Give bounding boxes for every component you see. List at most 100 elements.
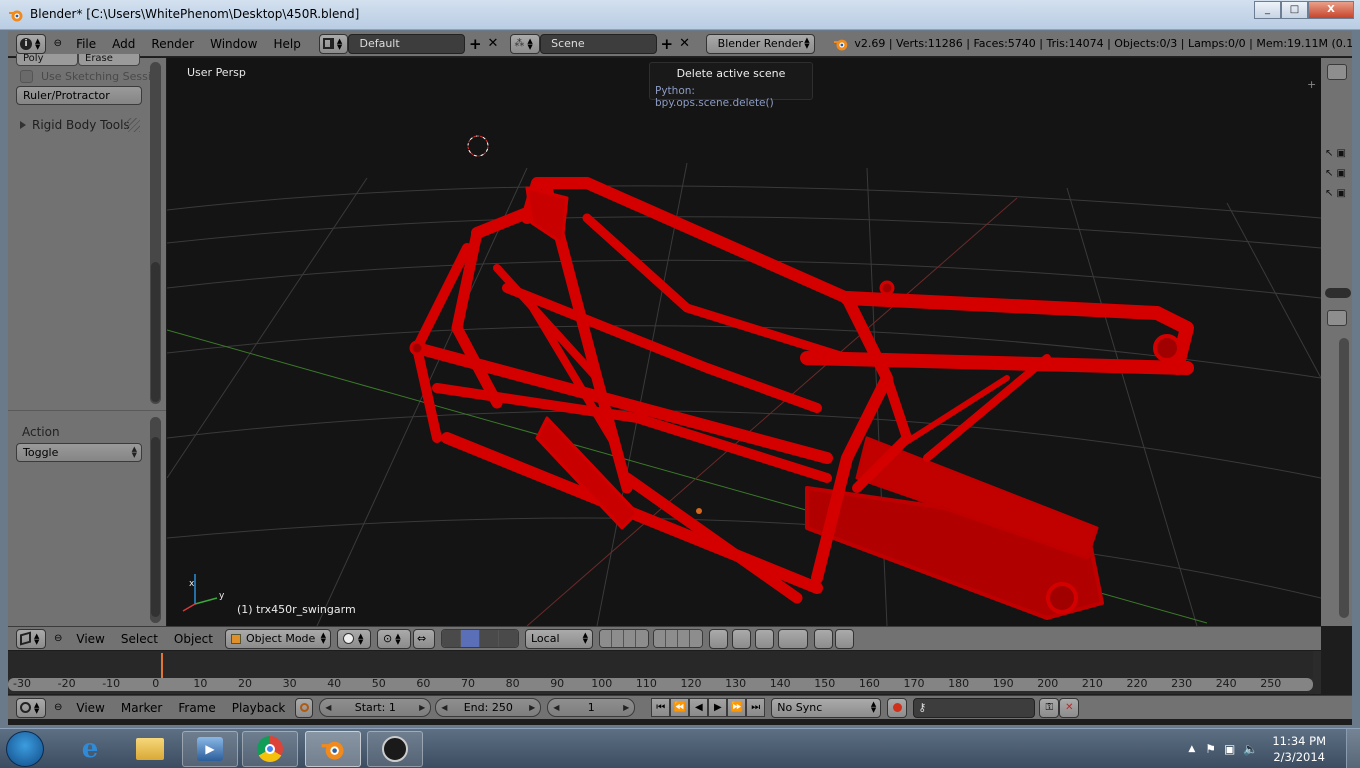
minimize-button[interactable]: _: [1254, 1, 1281, 19]
layer-1-button[interactable]: [600, 630, 612, 647]
menu-marker[interactable]: Marker: [113, 701, 170, 715]
poly-button[interactable]: Poly: [16, 54, 78, 66]
use-sketching-row[interactable]: Use Sketching Sessi: [20, 70, 151, 83]
menu-window[interactable]: Window: [202, 37, 265, 51]
outliner-header-icon[interactable]: [1327, 64, 1347, 80]
end-frame-field[interactable]: ◀ End: 250 ▶: [435, 698, 542, 717]
properties-header-icon[interactable]: [1327, 310, 1347, 326]
menu-view[interactable]: View: [68, 701, 112, 715]
ruler-protractor-button[interactable]: Ruler/Protractor: [16, 86, 142, 105]
use-sketching-checkbox[interactable]: [20, 70, 33, 83]
volume-icon[interactable]: 🔈: [1243, 742, 1258, 756]
collapse-menu-icon[interactable]: ⊖: [54, 633, 62, 644]
close-button[interactable]: X: [1308, 1, 1354, 19]
play-icon[interactable]: ▶: [708, 698, 728, 717]
snap-element-select[interactable]: [778, 628, 808, 649]
scene-name-field[interactable]: Scene: [540, 33, 657, 54]
taskbar-steam[interactable]: [367, 731, 423, 767]
editor-type-button[interactable]: i ▲ ▼: [16, 33, 46, 54]
taskbar-chrome[interactable]: [242, 731, 298, 767]
properties-scrollbar[interactable]: [1339, 338, 1349, 618]
render-preview-icon[interactable]: [814, 628, 833, 649]
lock-layers-icon[interactable]: [709, 628, 728, 649]
preview-range-toggle[interactable]: [295, 697, 314, 718]
scene-selector[interactable]: ⁂ ▲ ▼: [510, 33, 541, 54]
layer-3-button[interactable]: [624, 630, 636, 647]
layer-4-button[interactable]: [636, 630, 648, 647]
jump-to-end-icon[interactable]: ⏭: [746, 698, 766, 717]
collapse-menu-icon[interactable]: ⊖: [54, 38, 62, 49]
scrollbar-thumb[interactable]: [151, 437, 160, 617]
add-layout-icon[interactable]: +: [469, 35, 482, 53]
layer-5-button[interactable]: [654, 630, 666, 647]
collapse-menu-icon[interactable]: ⊖: [54, 702, 62, 713]
taskbar-blender[interactable]: [305, 731, 361, 767]
3d-viewport[interactable]: y x + User Persp (1) trx450r_swingarm De…: [167, 58, 1321, 626]
window-titlebar[interactable]: Blender* [C:\Users\WhitePhenom\Desktop\4…: [0, 0, 1360, 30]
layer-6-button[interactable]: [666, 630, 678, 647]
editor-type-button[interactable]: ▲ ▼: [16, 697, 46, 718]
layer-8-button[interactable]: [690, 630, 702, 647]
render-engine-selector[interactable]: Blender Render ▲ ▼: [706, 33, 815, 54]
interaction-mode-select[interactable]: Object Mode ▲ ▼: [225, 628, 331, 649]
increment-arrow-icon[interactable]: ▶: [414, 703, 430, 712]
manipulator-axes-icon[interactable]: [442, 630, 461, 647]
add-scene-icon[interactable]: +: [661, 35, 674, 53]
network-icon[interactable]: ▣: [1224, 742, 1235, 756]
menu-playback[interactable]: Playback: [224, 701, 294, 715]
menu-frame[interactable]: Frame: [170, 701, 223, 715]
current-frame-field[interactable]: ◀ 1 ▶: [547, 698, 636, 717]
layer-2-button[interactable]: [612, 630, 624, 647]
decrement-arrow-icon[interactable]: ◀: [436, 703, 452, 712]
opengl-render-icon[interactable]: [835, 628, 854, 649]
menu-object[interactable]: Object: [166, 632, 221, 646]
rotate-icon[interactable]: [480, 630, 499, 647]
show-hidden-icons-icon[interactable]: ▲: [1188, 744, 1195, 754]
proportional-falloff-icon[interactable]: [755, 628, 774, 649]
3d-cursor-icon[interactable]: [464, 132, 492, 160]
outliner-scrollbar[interactable]: [1325, 288, 1351, 298]
trx450r-frame-model[interactable]: [409, 177, 1194, 620]
start-button-windows-logo-icon[interactable]: [6, 731, 44, 767]
restrict-select-icon[interactable]: ↖ ▣: [1325, 168, 1346, 179]
transform-orientation-select[interactable]: Local ▲ ▼: [525, 628, 593, 649]
taskbar-windows-explorer[interactable]: [122, 731, 178, 767]
show-desktop-button[interactable]: [1346, 729, 1360, 768]
delete-keyframe-icon[interactable]: ✕: [1059, 697, 1080, 718]
sync-mode-select[interactable]: No Sync ▲ ▼: [771, 697, 882, 718]
increment-arrow-icon[interactable]: ▶: [524, 703, 540, 712]
timeline[interactable]: -30 -20 -10 0 10 20 30 40 50 60 70 80 90 100 110 120 130…: [8, 651, 1321, 694]
operator-scrollbar[interactable]: [150, 417, 161, 623]
layout-name-field[interactable]: Default: [348, 33, 465, 54]
manipulator-toggle-icon[interactable]: ⇔: [413, 628, 435, 649]
play-reverse-icon[interactable]: ◀: [689, 698, 709, 717]
scrollbar-thumb[interactable]: [151, 262, 160, 402]
action-center-flag-icon[interactable]: ⚑: [1205, 742, 1216, 756]
layer-7-button[interactable]: [678, 630, 690, 647]
restrict-view-icon[interactable]: ↖ ▣: [1325, 148, 1346, 159]
keying-set-field[interactable]: ⚷: [913, 697, 1036, 718]
timeline-ruler[interactable]: -30 -20 -10 0 10 20 30 40 50 60 70 80 90 100 110 120 130…: [8, 677, 1313, 691]
jump-to-keyframe-forward-icon[interactable]: ⏩: [727, 698, 747, 717]
menu-render[interactable]: Render: [143, 37, 202, 51]
pivot-point-select[interactable]: ⊙ ▲ ▼: [377, 628, 411, 649]
menu-view[interactable]: View: [68, 632, 112, 646]
insert-keyframe-icon[interactable]: ⚿: [1039, 697, 1060, 718]
menu-select[interactable]: Select: [113, 632, 166, 646]
jump-to-start-icon[interactable]: ⏮: [651, 698, 671, 717]
playhead[interactable]: [161, 653, 163, 678]
screen-layout-selector[interactable]: ▲ ▼: [318, 33, 349, 54]
menu-file[interactable]: File: [68, 37, 104, 51]
jump-to-keyframe-back-icon[interactable]: ⏪: [670, 698, 690, 717]
tool-shelf-scrollbar[interactable]: [150, 62, 161, 404]
start-frame-field[interactable]: ◀ Start: 1 ▶: [319, 698, 432, 717]
viewport-shading-select[interactable]: ▲ ▼: [337, 628, 371, 649]
translate-icon[interactable]: [461, 630, 480, 647]
decrement-arrow-icon[interactable]: ◀: [320, 703, 336, 712]
panel-drag-grip-icon[interactable]: [126, 118, 140, 132]
auto-keying-record-button[interactable]: [887, 697, 908, 718]
menu-help[interactable]: Help: [265, 37, 308, 51]
delete-scene-icon[interactable]: ✕: [679, 36, 690, 51]
restrict-render-icon[interactable]: ↖ ▣: [1325, 188, 1346, 199]
clock[interactable]: 11:34 PM 2/3/2014: [1272, 733, 1326, 765]
